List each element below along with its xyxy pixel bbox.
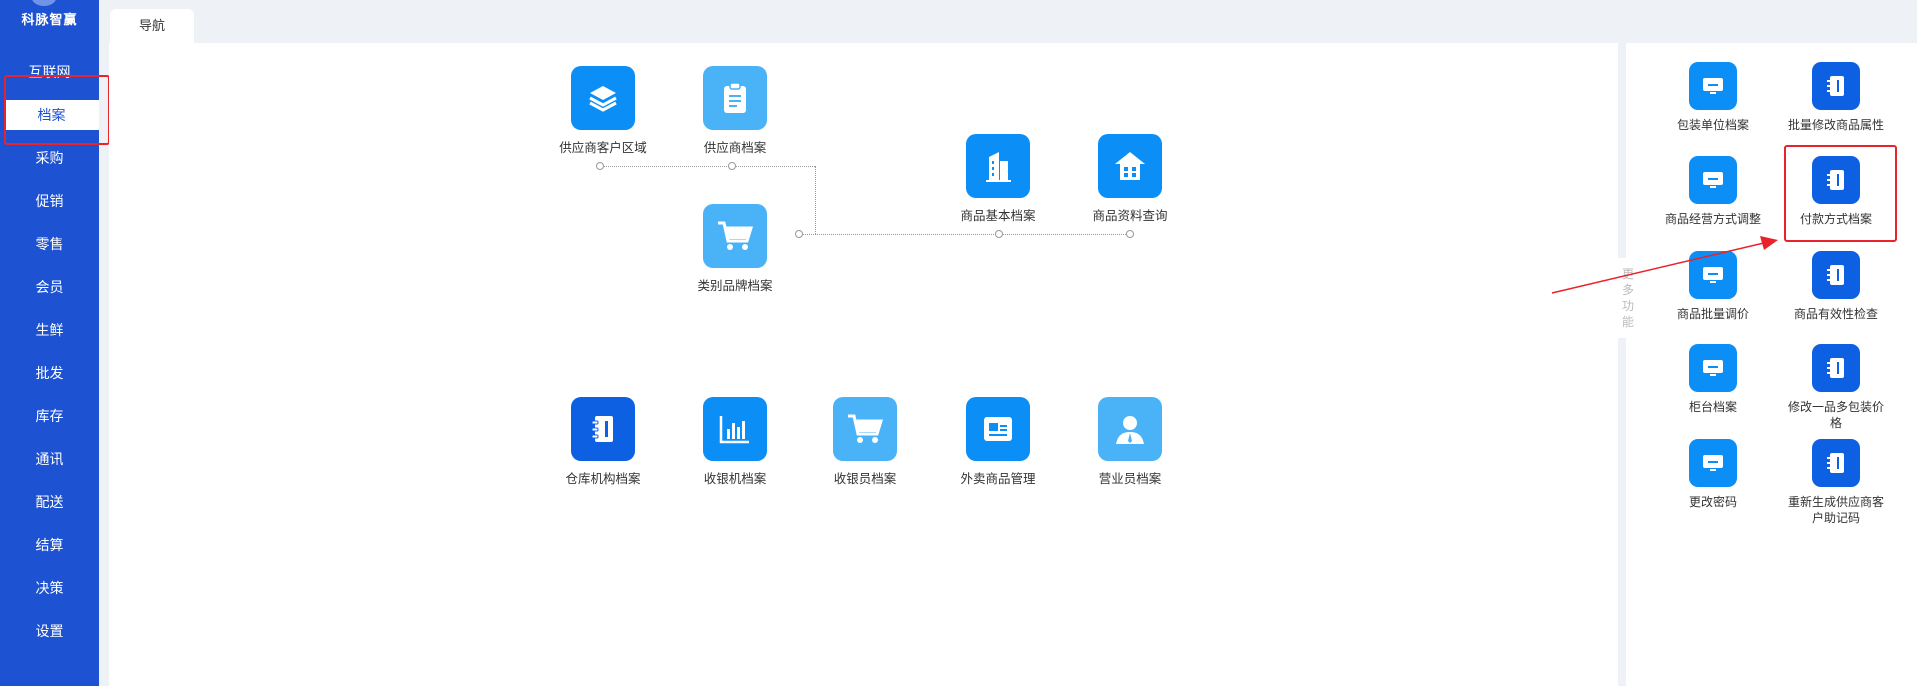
more-functions-toggle[interactable]: 更多功能 — [1618, 258, 1638, 338]
sidebar-item-communication[interactable]: 通讯 — [0, 444, 99, 474]
clipboard-icon — [703, 66, 767, 130]
notebook-icon — [1812, 62, 1860, 110]
node-label: 商品基本档案 — [960, 209, 1036, 223]
building-icon — [966, 134, 1030, 198]
sidebar-item-distribution[interactable]: 配送 — [0, 487, 99, 517]
highlight-box-archive — [4, 75, 110, 145]
more-item-label: 商品经营方式调整 — [1664, 212, 1761, 226]
sidebar-item-inventory[interactable]: 库存 — [0, 401, 99, 431]
node-supplier-archive[interactable]: 供应商档案 — [675, 66, 795, 156]
sidebar-item-member[interactable]: 会员 — [0, 272, 99, 302]
node-takeout-product-management[interactable]: 外卖商品管理 — [938, 397, 1058, 487]
connector-line — [600, 166, 815, 167]
notebook-icon — [1812, 251, 1860, 299]
node-label: 外卖商品管理 — [960, 472, 1036, 486]
id-card-icon — [966, 397, 1030, 461]
layers-icon — [571, 66, 635, 130]
node-label: 供应商客户区域 — [559, 141, 647, 155]
cart-icon — [703, 204, 767, 268]
more-item-package-unit-archive[interactable]: 包装单位档案 — [1653, 62, 1773, 133]
node-label: 营业员档案 — [1098, 472, 1162, 486]
more-item-counter-archive[interactable]: 柜台档案 — [1653, 344, 1773, 415]
node-salesperson-archive[interactable]: 营业员档案 — [1070, 397, 1190, 487]
node-product-data-query[interactable]: 商品资料查询 — [1070, 134, 1190, 224]
sidebar-item-purchase[interactable]: 采购 — [0, 143, 99, 173]
connector-dot — [795, 230, 803, 238]
person-icon — [1098, 397, 1162, 461]
sidebar-item-settlement[interactable]: 结算 — [0, 530, 99, 560]
sidebar-item-decision[interactable]: 决策 — [0, 573, 99, 603]
cart-icon — [833, 397, 897, 461]
monitor-icon — [1689, 344, 1737, 392]
node-cashier-archive[interactable]: 收银员档案 — [805, 397, 925, 487]
node-category-brand-archive[interactable]: 类别品牌档案 — [675, 204, 795, 294]
house-icon — [1098, 134, 1162, 198]
more-item-multi-package-price[interactable]: 修改一品多包装价格 — [1776, 344, 1896, 431]
node-label: 类别品牌档案 — [697, 279, 773, 293]
node-label: 收银机档案 — [703, 472, 767, 486]
connector-dot — [728, 162, 736, 170]
connector-dot — [995, 230, 1003, 238]
connector-dot — [596, 162, 604, 170]
more-item-batch-price-adjust[interactable]: 商品批量调价 — [1653, 251, 1773, 322]
tab-navigation[interactable]: 导航 — [110, 9, 194, 43]
sidebar-item-retail[interactable]: 零售 — [0, 229, 99, 259]
notebook-icon — [1812, 439, 1860, 487]
logo-icon — [31, 0, 57, 6]
more-item-label: 更改密码 — [1688, 495, 1737, 509]
more-functions-label: 更多功能 — [1622, 267, 1635, 329]
tab-bar: 导航 — [99, 0, 1917, 43]
monitor-icon — [1689, 439, 1737, 487]
node-label: 商品资料查询 — [1092, 209, 1168, 223]
node-warehouse-org-archive[interactable]: 仓库机构档案 — [543, 397, 663, 487]
highlight-box-payment-method — [1784, 145, 1897, 242]
more-item-change-password[interactable]: 更改密码 — [1653, 439, 1773, 510]
connector-line — [815, 166, 816, 234]
navigation-canvas — [109, 43, 1618, 686]
more-item-label: 商品有效性检查 — [1793, 307, 1878, 321]
more-item-label: 修改一品多包装价格 — [1787, 400, 1884, 430]
bar-chart-icon — [703, 397, 767, 461]
more-item-operation-mode-adjust[interactable]: 商品经营方式调整 — [1653, 156, 1773, 227]
logo-text: 科脉智赢 — [21, 12, 78, 27]
node-label: 收银员档案 — [833, 472, 897, 486]
node-label: 供应商档案 — [703, 141, 767, 155]
node-cash-register-archive[interactable]: 收银机档案 — [675, 397, 795, 487]
more-item-label: 柜台档案 — [1688, 400, 1737, 414]
sidebar-item-fresh[interactable]: 生鲜 — [0, 315, 99, 345]
connector-line — [800, 234, 1130, 235]
more-item-label: 批量修改商品属性 — [1787, 118, 1884, 132]
more-item-label: 重新生成供应商客户助记码 — [1787, 495, 1884, 525]
monitor-icon — [1689, 251, 1737, 299]
sidebar-item-promotion[interactable]: 促销 — [0, 186, 99, 216]
notebook-icon — [571, 397, 635, 461]
sidebar-item-wholesale[interactable]: 批发 — [0, 358, 99, 388]
notebook-icon — [1812, 344, 1860, 392]
node-product-basic-archive[interactable]: 商品基本档案 — [938, 134, 1058, 224]
node-label: 仓库机构档案 — [565, 472, 641, 486]
node-supplier-customer-area[interactable]: 供应商客户区域 — [543, 66, 663, 156]
monitor-icon — [1689, 156, 1737, 204]
more-item-label: 包装单位档案 — [1676, 118, 1749, 132]
connector-dot — [1126, 230, 1134, 238]
more-item-batch-modify-attributes[interactable]: 批量修改商品属性 — [1776, 62, 1896, 133]
more-item-validity-check[interactable]: 商品有效性检查 — [1776, 251, 1896, 322]
sidebar-item-settings[interactable]: 设置 — [0, 616, 99, 646]
monitor-icon — [1689, 62, 1737, 110]
more-item-label: 商品批量调价 — [1676, 307, 1749, 321]
more-item-regenerate-mnemonic[interactable]: 重新生成供应商客户助记码 — [1776, 439, 1896, 526]
